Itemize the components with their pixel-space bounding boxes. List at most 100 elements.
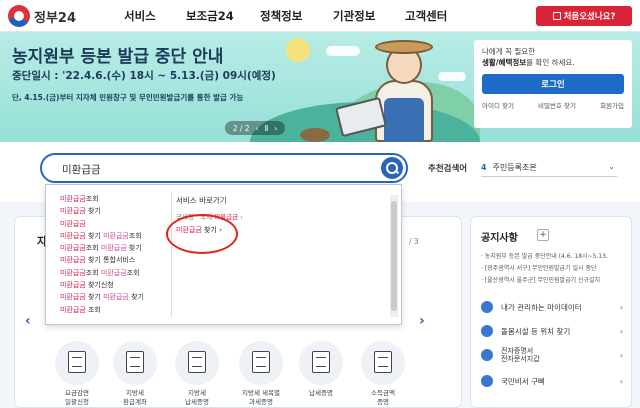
service-tile[interactable]: [361, 341, 405, 385]
service-tile[interactable]: [113, 341, 157, 385]
search-input[interactable]: 미환급금: [40, 153, 408, 183]
autocomplete-item[interactable]: 미환급금조회 미환급금 찾기: [60, 242, 172, 254]
chevron-right-icon: ›: [619, 302, 623, 312]
quick-label: 내가 관리하는 마이데이터: [501, 302, 582, 312]
banner-period: 중단일시 : '22.4.6.(수) 18시 ~ 5.13.(금) 09시(예정…: [12, 70, 276, 82]
document-icon: [188, 351, 206, 373]
banner-title: 농지원부 등본 발급 중단 안내: [12, 47, 224, 67]
quick-e-wallet[interactable]: 전자증명서 전자문서지갑 ›: [481, 345, 627, 365]
login-desc-bold: 생활/혜택정보: [482, 58, 527, 67]
notice-panel: 공지사항 + · 농지원부 등본 발급 중단안내 (4.6. 18시~5.13.…: [470, 216, 632, 408]
cloud-illustration: [326, 46, 360, 56]
tile-label: 요금감면 일괄신청: [65, 389, 89, 406]
autocomplete-item[interactable]: 미환급금 찾기 미환급금 찾기: [60, 291, 172, 303]
header: 정부24 서비스 보조금24 정책정보 기관정보 고객센터 처음오셨나요?: [0, 0, 640, 32]
service-tile[interactable]: [175, 341, 219, 385]
find-password-link[interactable]: 비밀번호 찾기: [538, 100, 576, 110]
recommend-label: 추천검색어: [428, 164, 468, 174]
nav-customer-center[interactable]: 고객센터: [405, 8, 447, 24]
mydata-icon: [481, 301, 493, 313]
next-arrow-icon[interactable]: ›: [419, 313, 425, 329]
quick-label: 전자증명서 전자문서지갑: [501, 347, 540, 363]
search-icon[interactable]: [381, 157, 403, 179]
chevron-right-icon: ›: [619, 326, 623, 336]
login-box: 나에게 꼭 필요한 생활/혜택정보를 확인 하세요. 로그인 아이디 찾기 비밀…: [474, 40, 632, 128]
nav-service[interactable]: 서비스: [124, 8, 156, 24]
farmer-hat: [375, 40, 433, 54]
autocomplete-list: 미환급금조회 미환급금 찾기 미환급금 미환급금 찾기 미환급금조회 미환급금조회 미환…: [60, 193, 172, 316]
quick-mydata[interactable]: 내가 관리하는 마이데이터 ›: [481, 297, 627, 317]
document-icon: [126, 351, 144, 373]
login-desc-rest: 를 확인 하세요.: [526, 58, 575, 67]
signup-link[interactable]: 회원가입: [600, 100, 624, 110]
chart-document-icon: [252, 351, 270, 373]
recommend-term: 주민등록조본: [492, 163, 537, 172]
chevron-right-icon: ›: [619, 350, 623, 360]
first-visit-label: 처음오셨나요?: [563, 12, 616, 22]
autocomplete-item[interactable]: 미환급금조회: [60, 193, 172, 205]
banner-pager: 2 / 2 ‹ Ⅱ ›: [225, 121, 285, 135]
gift-icon: [552, 12, 561, 20]
login-button[interactable]: 로그인: [482, 74, 624, 94]
pager-next-icon[interactable]: ›: [274, 124, 277, 133]
nav-agency-info[interactable]: 기관정보: [333, 8, 375, 24]
chevron-down-icon[interactable]: ⌄: [608, 162, 615, 171]
government-emblem-icon: [8, 5, 30, 27]
autocomplete-item[interactable]: 미환급금 찾기 통합서비스: [60, 254, 172, 266]
autocomplete-item[interactable]: 미환급금 찾기: [60, 205, 172, 217]
tile-label: 지방세 환급계좌: [123, 389, 147, 406]
animal-illustration: [300, 128, 330, 142]
tile-label: 지방세 세목별 과세증명: [242, 389, 280, 406]
database-icon: [312, 351, 330, 373]
notice-more-button[interactable]: +: [537, 229, 549, 241]
notice-item[interactable]: · 농지원부 등본 발급 중단안내 (4.6. 18시~5.13.: [481, 251, 627, 260]
notice-title: 공지사항: [481, 233, 518, 244]
divider: [171, 193, 172, 317]
autocomplete-item[interactable]: 미환급금 찾기 미환급금조회: [60, 230, 172, 242]
farmer-overalls: [384, 98, 424, 142]
quick-care-facility[interactable]: 돌봄시설 등 위치 찾기 ›: [481, 321, 627, 341]
notice-item[interactable]: · [울산광역시 울주군] 무인민원발급기 신규설치: [481, 275, 627, 284]
login-desc: 나에게 꼭 필요한 생활/혜택정보를 확인 하세요.: [482, 46, 624, 68]
sun-illustration: [286, 38, 310, 62]
recommend-keyword[interactable]: 4 주민등록조본 ⌄: [481, 159, 617, 177]
database-icon: [68, 351, 86, 373]
assistant-icon: [481, 375, 493, 387]
service-tile[interactable]: [299, 341, 343, 385]
notice-item[interactable]: · [광주광역시 서구] 무인민원발급기 일시 중단: [481, 263, 627, 272]
autocomplete-item[interactable]: 미환급금조회 미환급금조회: [60, 267, 172, 279]
logo[interactable]: 정부24: [8, 5, 76, 27]
autocomplete-item[interactable]: 미환급금: [60, 218, 172, 230]
dropdown-scrollbar[interactable]: [390, 195, 398, 317]
document-icon: [374, 351, 392, 373]
recommend-rank: 4: [481, 163, 487, 172]
service-tile[interactable]: [239, 341, 283, 385]
quick-label: 돌봄시설 등 위치 찾기: [501, 326, 571, 336]
nav-policy-info[interactable]: 정책정보: [260, 8, 302, 24]
logo-text: 정부24: [34, 10, 77, 26]
shortcut-title: 서비스 바로가기: [176, 196, 227, 205]
search-input-value[interactable]: 미환급금: [62, 162, 101, 177]
autocomplete-dropdown: 미환급금조회 미환급금 찾기 미환급금 미환급금 찾기 미환급금조회 미환급금조회 미환…: [45, 184, 402, 325]
nav-subsidy24[interactable]: 보조금24: [186, 8, 234, 24]
chevron-right-icon: ›: [619, 376, 623, 386]
chevron-right-icon: ›: [240, 213, 243, 221]
tile-label: 지방세 납세증명: [185, 389, 209, 406]
find-id-link[interactable]: 아이디 찾기: [482, 100, 514, 110]
quick-gukmin-biseo[interactable]: 국민비서 구삐 ›: [481, 371, 627, 391]
banner-note: 단, 4.15.(금)부터 지자체 민원창구 및 무인민원발급기를 통한 발급 …: [12, 93, 244, 102]
cloud-illustration: [438, 72, 466, 81]
prev-arrow-icon[interactable]: ‹: [25, 313, 31, 329]
tile-label: 소득금액 증명: [371, 389, 395, 406]
autocomplete-item[interactable]: 미환급금 찾기신청: [60, 279, 172, 291]
pager-prev-icon[interactable]: ‹: [256, 124, 259, 133]
login-links: 아이디 찾기 비밀번호 찾기 회원가입: [482, 100, 624, 110]
location-icon: [481, 325, 493, 337]
pager-pause-icon[interactable]: Ⅱ: [265, 124, 269, 133]
service-page-indicator: / 3: [409, 237, 419, 246]
first-visit-button[interactable]: 처음오셨나요?: [536, 6, 632, 26]
highlight-circle-annotation: [166, 214, 238, 254]
service-tile[interactable]: [55, 341, 99, 385]
autocomplete-item[interactable]: 미환급금 조회: [60, 304, 172, 316]
quick-label: 국민비서 구삐: [501, 376, 545, 386]
